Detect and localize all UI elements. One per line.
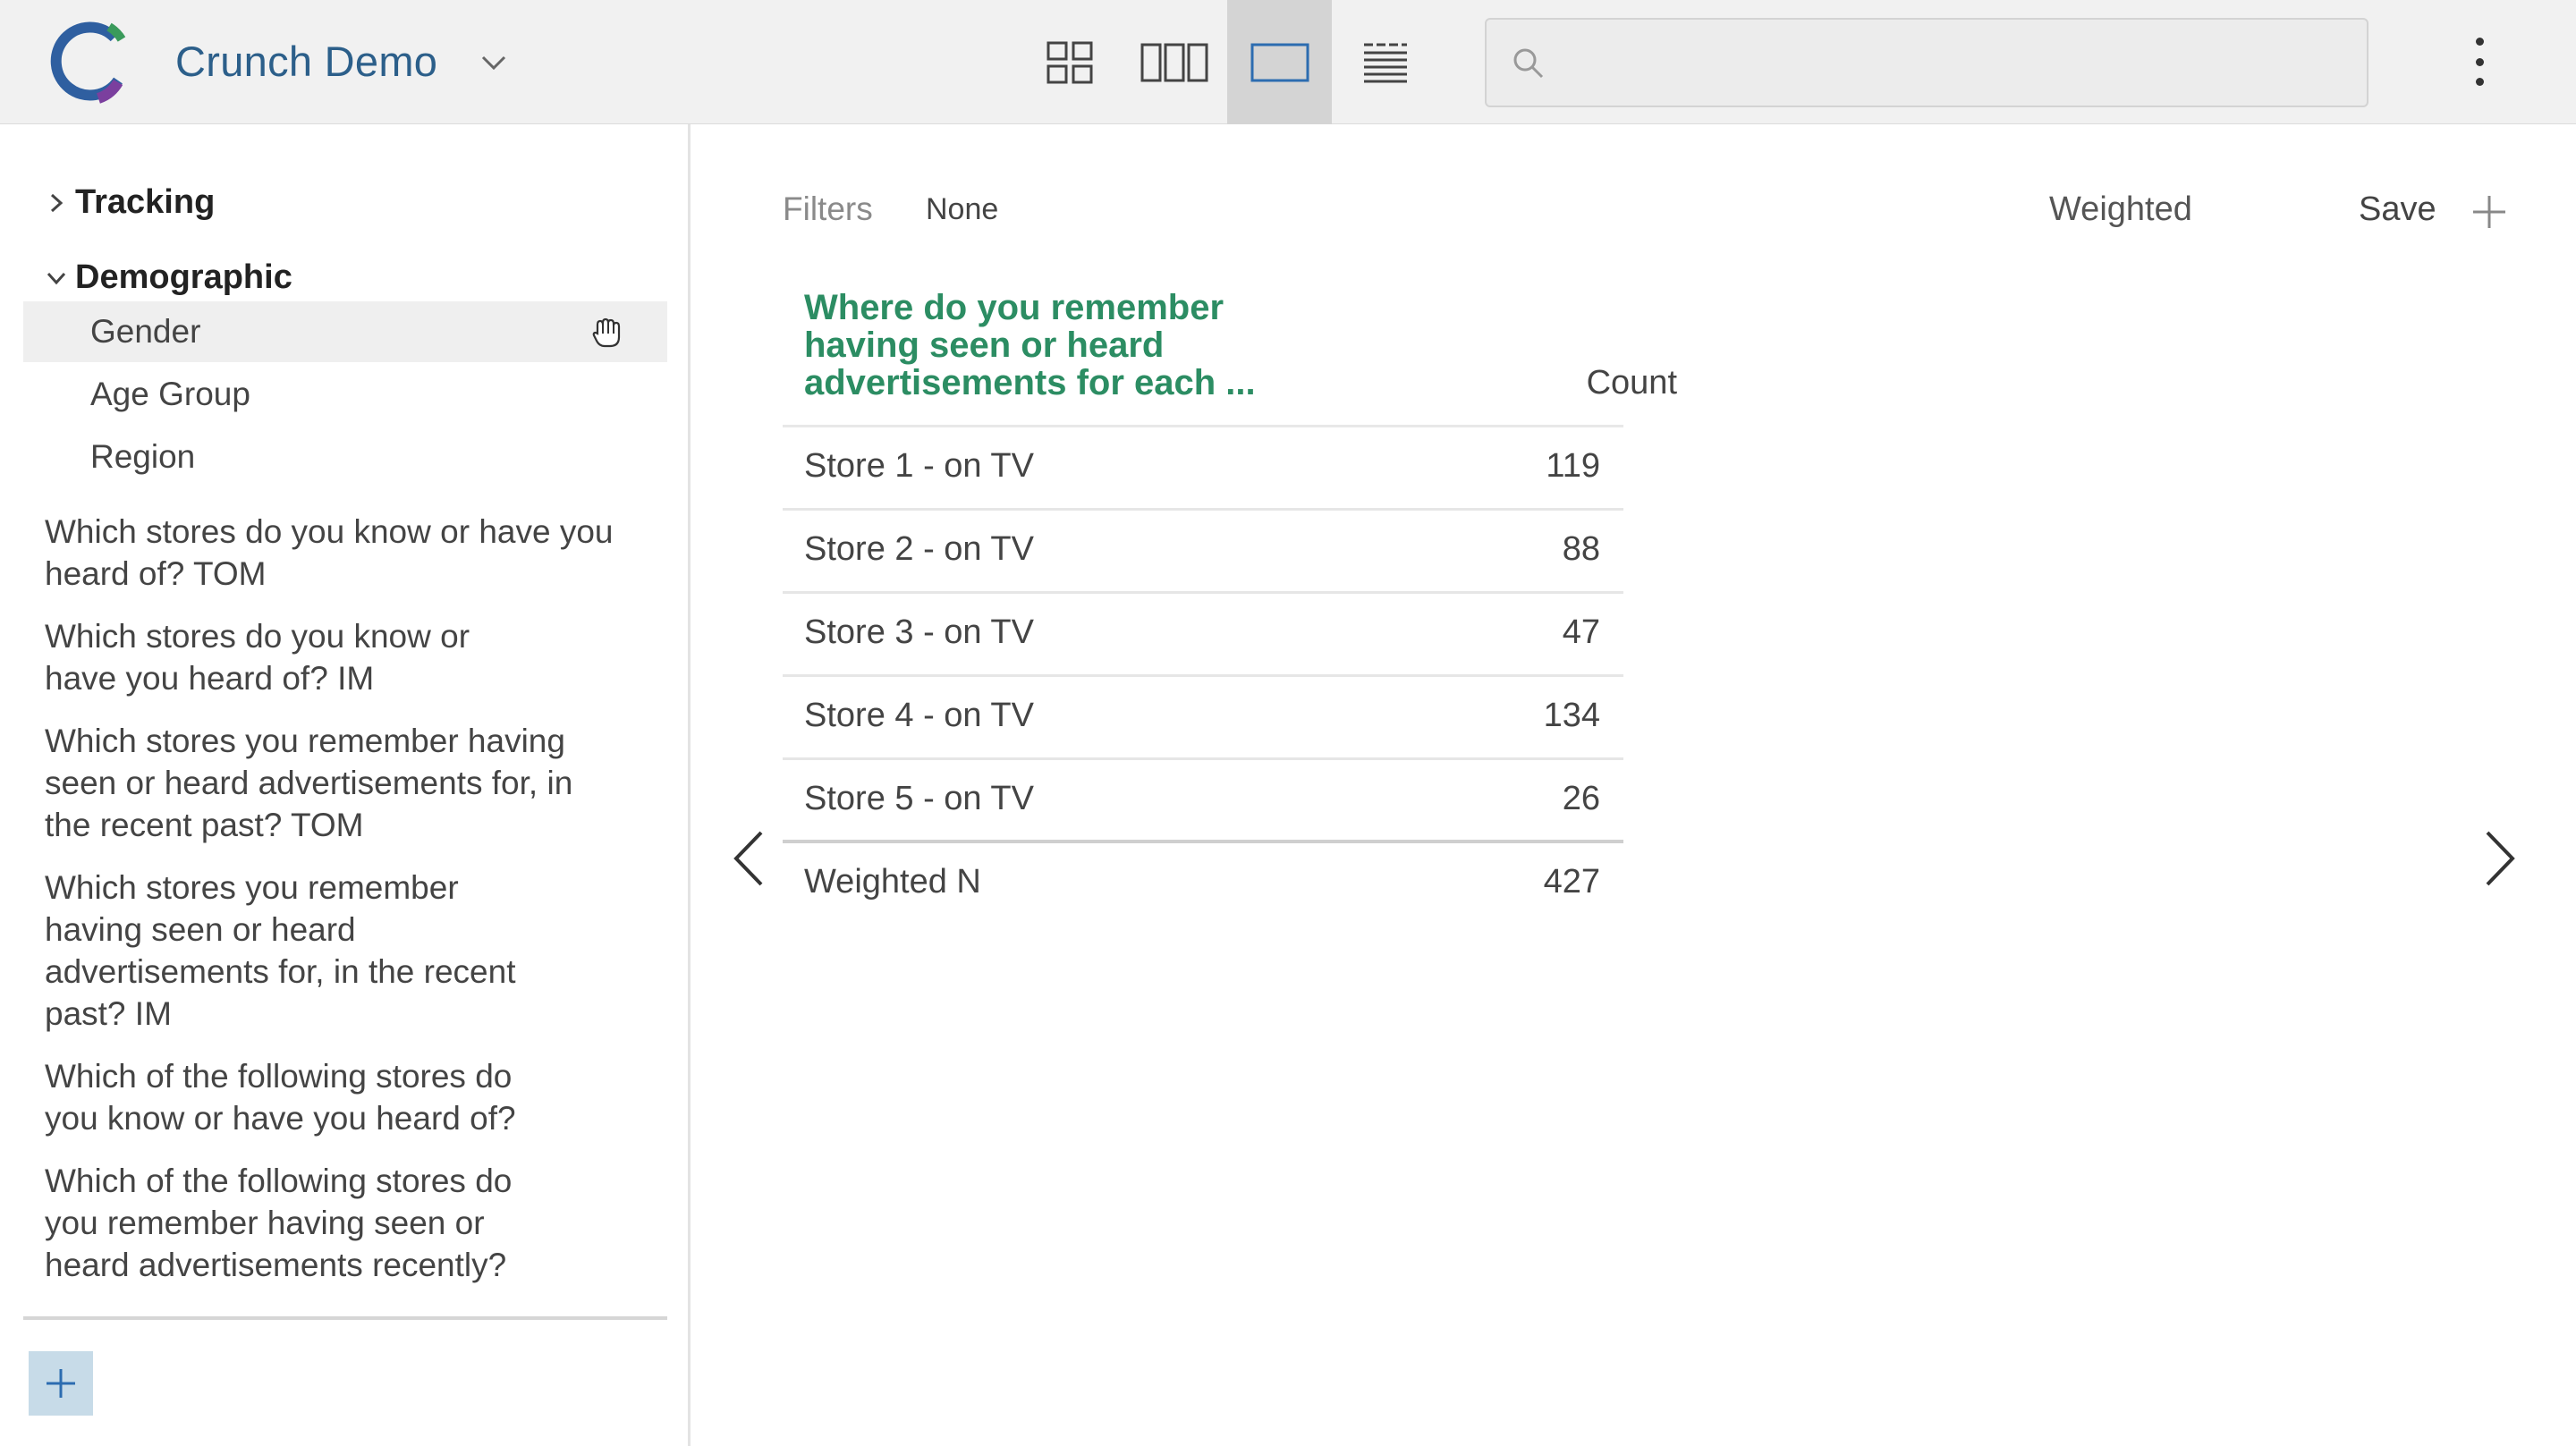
more-dot	[2475, 57, 2484, 66]
question-item[interactable]: Which of the following stores do you kno…	[45, 1055, 516, 1139]
columns-view-icon	[1140, 43, 1208, 81]
plus-icon	[47, 1369, 75, 1398]
table-row: Store 5 - on TV 26	[783, 760, 1623, 843]
question-item[interactable]: Which stores you remember having seen or…	[45, 720, 572, 846]
row-count: 88	[1562, 530, 1600, 568]
save-button[interactable]: Save	[2359, 190, 2436, 229]
filters-value[interactable]: None	[926, 192, 998, 227]
count-column-header: Count	[1586, 364, 1677, 402]
row-count: 119	[1546, 447, 1600, 485]
more-dot	[2475, 38, 2484, 46]
top-header: Crunch Demo	[0, 0, 2576, 124]
main-panel: Filters None Weighted Save Where do you …	[693, 124, 2576, 1446]
sidebar-divider	[23, 1316, 667, 1320]
chevron-down-icon	[47, 272, 66, 284]
question-line: Which stores you remember having	[45, 723, 565, 759]
grid-view-button[interactable]	[1017, 0, 1122, 124]
question-line: heard advertisements recently?	[45, 1247, 507, 1283]
question-line: have you heard of? IM	[45, 660, 375, 697]
folder-label: Tracking	[75, 183, 216, 221]
list-view-button[interactable]	[1333, 0, 1437, 124]
more-dot	[2475, 78, 2484, 86]
total-label: Weighted N	[804, 863, 981, 901]
single-view-button[interactable]	[1227, 0, 1332, 124]
grid-view-icon	[1046, 41, 1092, 83]
question-line: you know or have you heard of?	[45, 1100, 516, 1137]
question-line: Which stores you remember	[45, 869, 459, 906]
list-view-icon	[1363, 43, 1407, 82]
search-icon	[1513, 48, 1544, 79]
row-count: 26	[1562, 780, 1600, 817]
question-line: Which of the following stores do	[45, 1163, 513, 1199]
dataset-title[interactable]: Crunch Demo	[175, 34, 437, 89]
table-title-line: Where do you remember	[804, 288, 1224, 327]
question-line: Which stores do you know or	[45, 618, 470, 655]
question-line: seen or heard advertisements for, in	[45, 765, 573, 801]
chevron-right-icon	[50, 193, 64, 212]
variable-label: Age Group	[90, 376, 250, 412]
table-total-row: Weighted N 427	[783, 840, 1623, 923]
question-item[interactable]: Which stores do you know or have you hea…	[45, 615, 470, 699]
question-line: Which of the following stores do	[45, 1058, 513, 1095]
table-row: Store 4 - on TV 134	[783, 677, 1623, 760]
table-title-line: having seen or heard	[804, 326, 1165, 365]
question-line: advertisements for, in the recent	[45, 953, 516, 990]
question-line: past? IM	[45, 995, 172, 1032]
row-count: 134	[1543, 697, 1600, 734]
question-line: having seen or heard	[45, 911, 356, 948]
single-view-icon	[1250, 43, 1309, 81]
row-label: Store 3 - on TV	[804, 613, 1034, 651]
chevron-left-icon[interactable]	[729, 827, 768, 890]
row-label: Store 5 - on TV	[804, 780, 1034, 817]
columns-view-button[interactable]	[1122, 0, 1226, 124]
variable-region[interactable]: Region	[23, 427, 667, 487]
table-row: Store 2 - on TV 88	[783, 511, 1623, 594]
chevron-right-icon[interactable]	[2480, 827, 2520, 890]
row-label: Store 4 - on TV	[804, 697, 1034, 734]
question-item[interactable]: Which of the following stores do you rem…	[45, 1160, 512, 1286]
variable-age-group[interactable]: Age Group	[23, 364, 667, 425]
question-item[interactable]: Which stores do you know or have you hea…	[45, 511, 614, 595]
row-label: Store 1 - on TV	[804, 447, 1034, 485]
weighted-toggle[interactable]: Weighted	[2049, 190, 2192, 229]
chevron-down-icon[interactable]	[476, 45, 512, 80]
folder-label: Demographic	[75, 258, 292, 296]
table-title: Where do you remember having seen or hea…	[804, 289, 1305, 402]
crunch-logo-icon[interactable]	[45, 18, 134, 107]
add-variable-button[interactable]	[29, 1351, 93, 1416]
search-box[interactable]	[1485, 18, 2368, 107]
table-row: Store 1 - on TV 119	[783, 427, 1623, 511]
folder-demographic[interactable]: Demographic	[41, 258, 292, 297]
question-line: Which stores do you know or have you	[45, 513, 614, 550]
question-line: you remember having seen or	[45, 1205, 485, 1241]
folder-tracking[interactable]: Tracking	[41, 183, 215, 222]
variable-sidebar: Tracking Demographic Gender Age Group Re…	[0, 124, 691, 1446]
filters-label[interactable]: Filters	[783, 190, 873, 228]
add-analysis-icon[interactable]	[2471, 194, 2507, 230]
question-item[interactable]: Which stores you remember having seen or…	[45, 867, 516, 1035]
search-input[interactable]	[1562, 36, 2349, 91]
row-label: Store 2 - on TV	[804, 530, 1034, 568]
drag-hand-icon[interactable]	[587, 312, 628, 353]
question-line: the recent past? TOM	[45, 807, 364, 843]
variable-label: Gender	[90, 313, 201, 350]
table-row: Store 3 - on TV 47	[783, 594, 1623, 677]
row-count: 47	[1562, 613, 1600, 651]
variable-gender[interactable]: Gender	[23, 301, 667, 362]
total-count: 427	[1543, 863, 1600, 901]
table-title-line: advertisements for each ...	[804, 363, 1256, 402]
variable-label: Region	[90, 438, 196, 475]
question-line: heard of? TOM	[45, 555, 267, 592]
more-options-icon[interactable]	[2462, 30, 2497, 93]
